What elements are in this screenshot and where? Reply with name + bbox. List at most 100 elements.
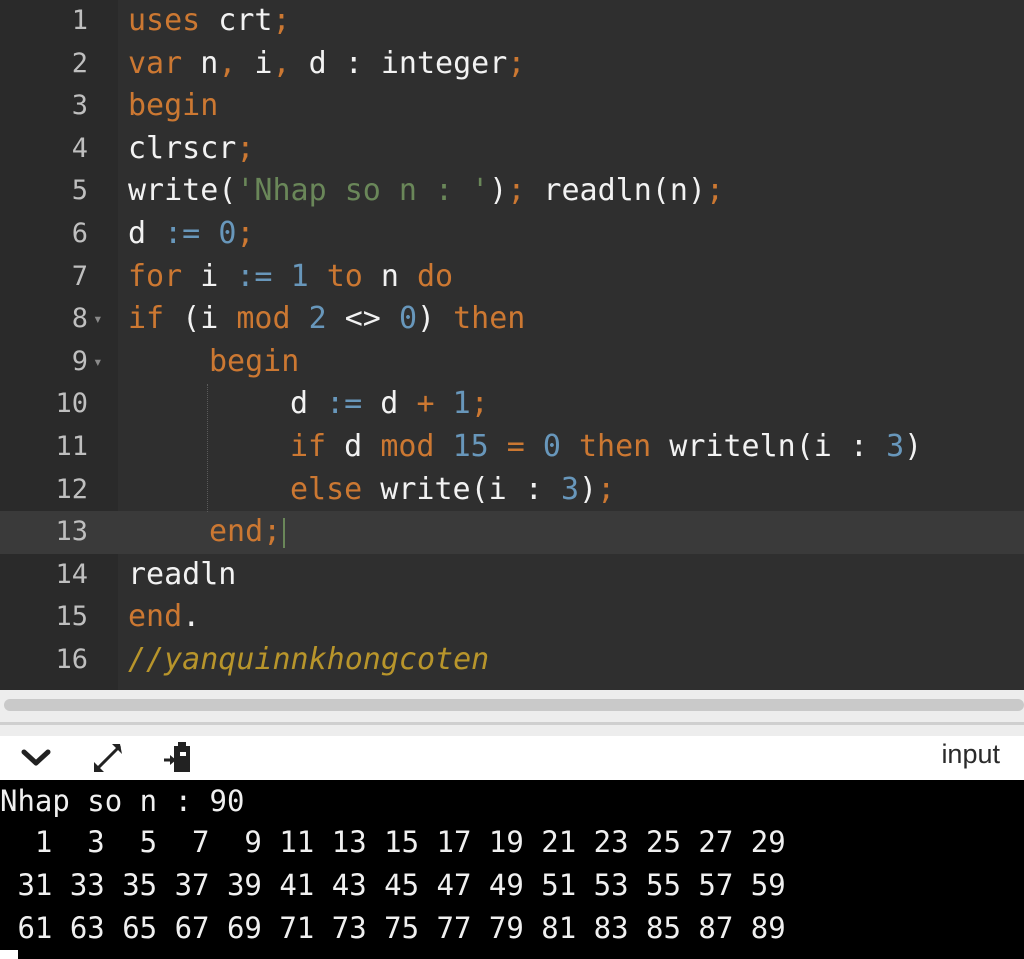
code-line[interactable]: 10 d := d + 1;	[0, 383, 1024, 426]
fold-toggle-icon[interactable]: ▾	[93, 298, 103, 341]
code-token: i	[236, 45, 273, 81]
line-number: 14	[55, 558, 88, 590]
code-token: write(	[128, 173, 237, 209]
code-token: 3	[560, 471, 579, 507]
code-line[interactable]: 1 uses crt;	[0, 0, 1024, 43]
code-token: for	[128, 258, 183, 294]
code-line[interactable]: 15 end.	[0, 596, 1024, 639]
code-token: 0	[542, 429, 561, 464]
line-number: 7	[71, 260, 88, 292]
code-token: 'Nhap so n : '	[236, 173, 490, 209]
code-token: n	[182, 45, 219, 81]
code-token: i	[182, 258, 237, 294]
code-token: d	[326, 429, 381, 464]
code-token: end	[128, 599, 183, 635]
code-token: ,	[218, 45, 237, 81]
console-line: 31 33 35 37 39 41 43 45 47 49 51 53 55 5…	[0, 868, 786, 902]
code-token: =	[506, 429, 525, 464]
code-token: )	[417, 301, 454, 337]
code-text: readln	[128, 554, 236, 597]
code-text: if d mod 15 = 0 then writeln(i : 3)	[290, 426, 922, 469]
console-toolbar: input	[0, 736, 1024, 780]
code-line[interactable]: 11 if d mod 15 = 0 then writeln(i : 3)	[0, 426, 1024, 469]
clipboard-paste-icon	[164, 742, 190, 772]
horizontal-scrollbar[interactable]	[4, 699, 1024, 711]
line-number: 5	[71, 175, 88, 207]
code-token: 0	[218, 216, 237, 251]
code-token: +	[416, 386, 435, 422]
code-token: ;	[507, 45, 526, 81]
code-line[interactable]: 16 //yanquinnkhongcoten	[0, 639, 1024, 682]
fold-toggle-icon[interactable]: ▾	[93, 341, 103, 384]
horizontal-scrollbar-area	[0, 690, 1024, 736]
code-token: ,	[272, 45, 291, 81]
code-token: d : integer	[290, 45, 508, 81]
code-text: write('Nhap so n : '); readln(n);	[128, 170, 724, 213]
code-text: //yanquinnkhongcoten	[128, 639, 489, 682]
code-line[interactable]: 4 clrscr;	[0, 128, 1024, 171]
collapse-button[interactable]	[16, 740, 56, 776]
code-token: (i	[164, 301, 237, 337]
code-token: 1	[452, 386, 471, 422]
code-token: 15	[452, 429, 489, 464]
code-editor[interactable]: 1 uses crt; 2 var n, i, d : integer; 3 begin 4…	[0, 0, 1024, 690]
code-line[interactable]: 8 ▾ if (i mod 2 <> 0) then	[0, 298, 1024, 341]
line-number: 16	[55, 644, 88, 675]
line-number: 15	[55, 601, 88, 633]
code-text: begin	[209, 341, 299, 384]
paste-button[interactable]	[158, 740, 198, 776]
chevron-down-icon	[21, 749, 51, 766]
code-text: begin	[128, 85, 218, 128]
line-number: 3	[71, 90, 88, 122]
code-line[interactable]: 12 else write(i : 3);	[0, 469, 1024, 512]
line-number: 4	[71, 132, 88, 164]
console-output[interactable]: Nhap so n : 90 1 3 5 7 9 11 13 15 17 19 …	[0, 780, 1024, 959]
code-line[interactable]: 6 d := 0;	[0, 213, 1024, 256]
code-token: 2	[308, 301, 327, 337]
code-line[interactable]: 9 ▾ begin	[0, 341, 1024, 384]
code-token: do	[417, 258, 454, 294]
code-token: 0	[398, 301, 417, 337]
panel-divider[interactable]	[0, 722, 1024, 725]
code-token: d	[362, 386, 417, 422]
code-token: writeln(i :	[651, 429, 887, 464]
code-token: 3	[886, 429, 905, 464]
code-token: ;	[470, 386, 489, 422]
code-line[interactable]: 14 readln	[0, 554, 1024, 597]
expand-button[interactable]	[88, 740, 128, 776]
code-token: ;	[236, 130, 255, 166]
code-text: d := d + 1;	[290, 383, 489, 426]
code-text: for i := 1 to n do	[128, 256, 453, 299]
code-token: mod	[236, 301, 291, 337]
code-line[interactable]: 5 write('Nhap so n : '); readln(n);	[0, 170, 1024, 213]
code-token: crt	[200, 3, 273, 38]
code-token: ;	[507, 173, 526, 209]
code-token: d	[290, 386, 327, 422]
input-label[interactable]: input	[941, 736, 1000, 772]
line-number: 11	[55, 431, 88, 462]
code-token: d	[128, 216, 165, 251]
code-line[interactable]: 2 var n, i, d : integer;	[0, 43, 1024, 86]
code-text: if (i mod 2 <> 0) then	[128, 298, 525, 341]
code-text: clrscr;	[128, 128, 254, 171]
code-line[interactable]: 7 for i := 1 to n do	[0, 256, 1024, 299]
line-number: 9	[71, 345, 88, 377]
code-token: uses	[128, 3, 201, 38]
line-number: 13	[55, 516, 88, 548]
code-text: d := 0;	[128, 213, 254, 256]
code-line[interactable]: 3 begin	[0, 85, 1024, 128]
indent-guide	[207, 384, 208, 512]
code-token: write(i :	[362, 471, 561, 507]
code-token: if	[290, 429, 327, 464]
code-token: end;	[209, 514, 282, 550]
code-token: ;	[706, 173, 725, 209]
console-line: 61 63 65 67 69 71 73 75 77 79 81 83 85 8…	[0, 911, 786, 945]
code-line[interactable]: 13 end;	[0, 511, 1024, 554]
code-token: :=	[164, 216, 201, 251]
code-token: if	[128, 301, 165, 337]
